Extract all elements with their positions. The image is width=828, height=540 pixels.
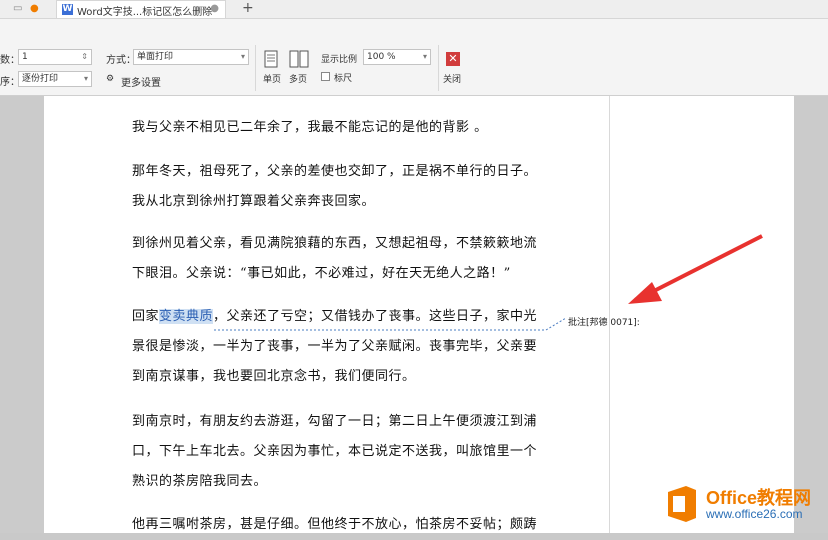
copies-value: 1 — [22, 52, 28, 62]
stepper-icon[interactable]: ⇕ — [81, 50, 88, 64]
multi-page-icon[interactable] — [289, 50, 309, 68]
single-page-icon[interactable] — [264, 50, 278, 68]
document-area[interactable]: 我与父亲不相见已二年余了，我最不能忘记的是他的背影 。 那年冬天，祖母死了，父亲… — [0, 96, 828, 533]
ruler-label: 标尺 — [334, 74, 353, 84]
mode-label: 方式： — [106, 55, 136, 66]
zoom-label: 显示比例 — [321, 55, 358, 65]
close-preview-button[interactable]: 关闭 — [443, 72, 461, 85]
zoom-select[interactable]: 100 % ▾ — [363, 49, 431, 65]
word-doc-icon: W — [62, 4, 73, 15]
tab-document[interactable]: W Word文字技...标记区怎么删除 ▭ ● — [56, 0, 226, 18]
watermark-url: www.office26.com — [706, 507, 803, 521]
mode-value: 单面打印 — [137, 52, 174, 62]
single-page-button[interactable]: 单页 — [263, 72, 281, 85]
close-icon[interactable]: ✕ — [446, 52, 460, 66]
copies-input[interactable]: 1 ⇕ — [18, 49, 92, 65]
order-select[interactable]: 逐份打印 ▾ — [18, 71, 92, 87]
modified-dot-icon: ● — [30, 3, 39, 14]
new-tab-button[interactable]: + — [242, 0, 254, 16]
divider — [438, 45, 439, 91]
tab-bar: ▭ ● W Word文字技...标记区怎么删除 ▭ ● + — [0, 0, 828, 19]
more-settings-link[interactable]: 更多设置 — [121, 74, 161, 89]
ruler-checkbox[interactable] — [321, 72, 330, 81]
settings-icon[interactable]: ⚙ — [106, 74, 114, 84]
zoom-value: 100 % — [367, 52, 396, 62]
office-logo-icon — [668, 486, 696, 522]
order-value: 逐份打印 — [22, 74, 59, 84]
multi-page-button[interactable]: 多页 — [289, 72, 307, 85]
tab-title: Word文字技...标记区怎么删除 — [77, 7, 213, 18]
order-label: 序： — [0, 77, 20, 88]
chevron-down-icon: ▾ — [422, 52, 427, 61]
red-arrow-icon — [628, 234, 763, 304]
print-mode-select[interactable]: 单面打印 ▾ — [133, 49, 249, 65]
copies-label: 数： — [0, 55, 20, 66]
print-preview-toolbar: 数： 1 ⇕ 序： 逐份打印 ▾ 方式： 单面打印 ▾ ⚙ 更多设置 单页 多页… — [0, 19, 828, 96]
monitor-icon[interactable]: ▭ — [13, 3, 22, 14]
chevron-down-icon: ▾ — [240, 52, 245, 61]
chevron-down-icon: ▾ — [83, 74, 88, 83]
divider — [255, 45, 256, 91]
tab-status-dot-icon[interactable]: ▭ ● — [198, 3, 219, 14]
